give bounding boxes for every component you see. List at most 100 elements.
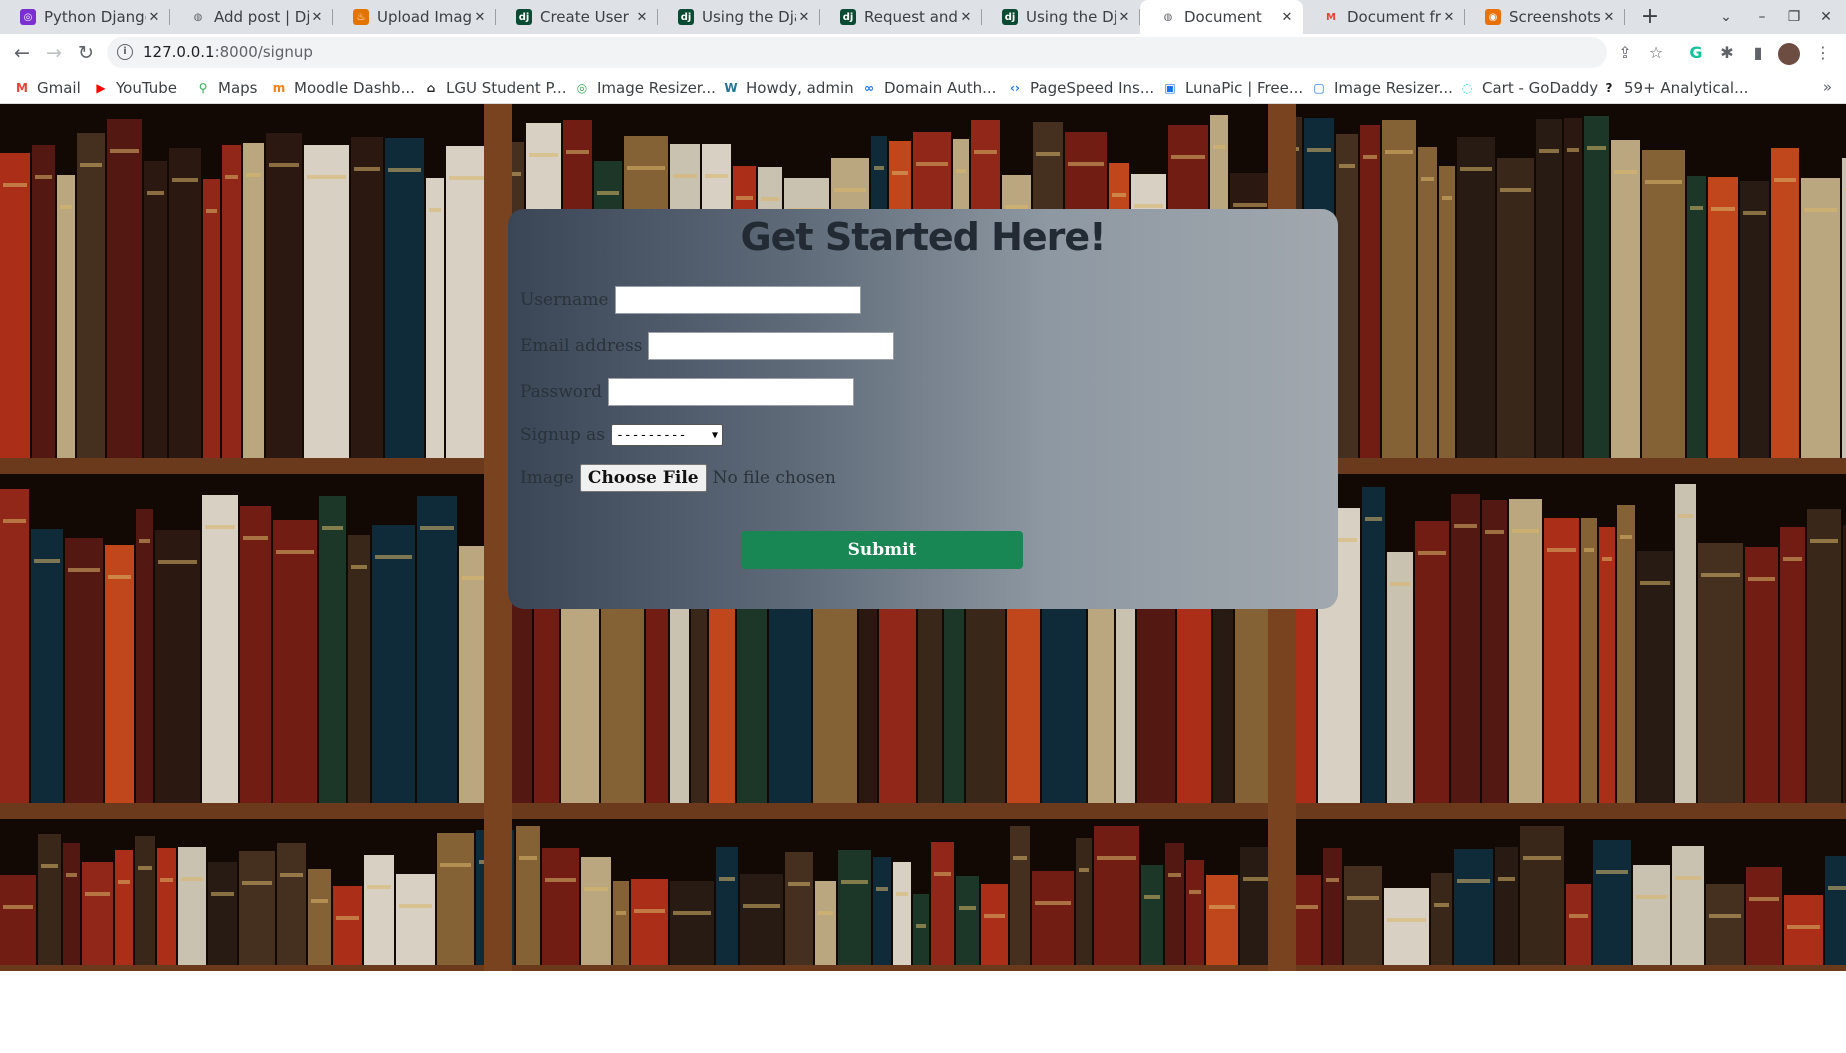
- side-panel-icon[interactable]: ▮: [1745, 40, 1771, 66]
- bookmark-item[interactable]: ▶ YouTube: [93, 78, 177, 98]
- tab-title: Create User M: [540, 8, 634, 26]
- bookmark-label: YouTube: [116, 79, 177, 97]
- extensions-icon[interactable]: ✱: [1714, 40, 1740, 66]
- bookmark-label: Moodle Dashb...: [294, 79, 415, 97]
- browser-tab[interactable]: ♨ Upload Image ✕: [333, 0, 496, 34]
- image-row: Image Choose File No file chosen: [520, 464, 836, 492]
- back-icon[interactable]: ←: [8, 39, 36, 67]
- minimize-icon[interactable]: –: [1746, 0, 1778, 34]
- browser-tab[interactable]: ◍ Document ✕: [1140, 0, 1303, 34]
- bookmark-label: Image Resizer...: [597, 79, 716, 97]
- close-tab-icon[interactable]: ✕: [472, 10, 488, 25]
- browser-tab[interactable]: dj Request and re✕: [820, 0, 982, 34]
- close-tab-icon[interactable]: ✕: [1601, 10, 1617, 25]
- bookmark-item[interactable]: ◌ Cart - GoDaddy: [1459, 78, 1598, 98]
- browser-tab[interactable]: dj Create User M✕: [496, 0, 658, 34]
- maps-icon: ⚲: [198, 81, 208, 95]
- tab-search-icon[interactable]: ⌄: [1710, 0, 1742, 34]
- signup-as-select[interactable]: --------- ▼: [611, 424, 724, 446]
- reload-icon[interactable]: ↻: [72, 39, 100, 67]
- url-path: :8000/signup: [214, 43, 313, 61]
- chevron-down-icon: ▼: [711, 429, 719, 441]
- gmail-icon: M: [1326, 11, 1336, 23]
- gmail-icon: M: [16, 81, 28, 95]
- youtube-icon: ▶: [96, 81, 106, 95]
- django-icon: dj: [516, 9, 532, 25]
- tab-title: Using the Djan: [1026, 8, 1116, 26]
- tab-title: Python Django: [44, 8, 146, 26]
- email-input[interactable]: [648, 332, 895, 360]
- close-tab-icon[interactable]: ✕: [1116, 10, 1132, 25]
- bookmark-item[interactable]: ∞ Domain Auth...: [861, 78, 996, 98]
- site-info-icon[interactable]: i: [117, 44, 133, 60]
- close-tab-icon[interactable]: ✕: [309, 10, 325, 25]
- bookmark-label: Cart - GoDaddy: [1482, 79, 1599, 97]
- bookmark-item[interactable]: ‹› PageSpeed Ins...: [1007, 78, 1154, 98]
- url-text[interactable]: 127.0.0.1:8000/signup: [143, 43, 313, 61]
- bookmark-item[interactable]: M Gmail: [14, 78, 81, 98]
- password-input[interactable]: [608, 378, 855, 406]
- pagespeed-icon: ‹›: [1010, 81, 1020, 95]
- close-window-icon[interactable]: ✕: [1810, 0, 1842, 34]
- bookmark-item[interactable]: ⌂ LGU Student P...: [423, 78, 567, 98]
- bookmark-label: Image Resizer...: [1334, 79, 1453, 97]
- globe-icon: ◍: [1163, 11, 1173, 23]
- bookmark-label: Domain Auth...: [884, 79, 997, 97]
- share-icon[interactable]: ⇪: [1612, 40, 1638, 66]
- username-input[interactable]: [614, 286, 861, 314]
- bookmarks-bar: M Gmail ▶ YouTube ⚲ Maps m Moodle Dashb... ⌂ LGU …: [0, 71, 1846, 104]
- email-label: Email address: [520, 336, 643, 356]
- bookmark-item[interactable]: ▢ Image Resizer...: [1311, 78, 1453, 98]
- python-icon: ◎: [20, 9, 36, 25]
- question-icon: ?: [1605, 81, 1613, 95]
- browser-tab[interactable]: M Document fro ✕: [1303, 0, 1465, 34]
- browser-tab[interactable]: ◍ Add post | Dja✕: [170, 0, 333, 34]
- bookmark-label: PageSpeed Ins...: [1030, 79, 1155, 97]
- email-row: Email address: [520, 332, 895, 360]
- bookmark-item[interactable]: m Moodle Dashb...: [271, 78, 415, 98]
- godaddy-icon: ◌: [1461, 81, 1473, 95]
- browser-tab[interactable]: ◉ Screenshots a✕: [1465, 0, 1625, 34]
- tab-title: Document fro: [1347, 8, 1441, 26]
- wordpress-icon: W: [724, 81, 738, 95]
- grammarly-icon[interactable]: G: [1683, 40, 1709, 66]
- forward-icon[interactable]: →: [40, 39, 68, 67]
- close-tab-icon[interactable]: ✕: [634, 10, 650, 25]
- moodle-icon: m: [272, 81, 286, 95]
- close-tab-icon[interactable]: ✕: [796, 10, 812, 25]
- screenshot-icon: ◉: [1485, 9, 1501, 25]
- bookmark-star-icon[interactable]: ☆: [1643, 40, 1669, 66]
- new-tab-button[interactable]: +: [1637, 4, 1663, 30]
- restore-icon[interactable]: ❐: [1778, 0, 1810, 34]
- signup-form: Get Started Here! Username Email address…: [508, 209, 1338, 609]
- password-row: Password: [520, 378, 855, 406]
- tab-separator: [1624, 9, 1625, 25]
- browser-tab[interactable]: ◎ Python Django ✕: [0, 0, 170, 34]
- bookmark-item[interactable]: ▣ LunaPic | Free...: [1162, 78, 1303, 98]
- signup-as-value: ---------: [616, 427, 687, 443]
- bookmark-item[interactable]: ◎ Image Resizer...: [574, 78, 716, 98]
- submit-button[interactable]: Submit: [741, 531, 1023, 569]
- choose-file-button[interactable]: Choose File: [579, 464, 707, 492]
- image-label: Image: [520, 468, 574, 488]
- browser-tab[interactable]: dj Using the Djan✕: [658, 0, 820, 34]
- bookmark-item[interactable]: ⚲ Maps: [195, 78, 258, 98]
- browser-tab[interactable]: dj Using the Djan✕: [982, 0, 1140, 34]
- django-icon: dj: [678, 9, 694, 25]
- bookmark-item[interactable]: ? 59+ Analytical...: [1601, 78, 1749, 98]
- address-bar[interactable]: i 127.0.0.1:8000/signup: [107, 37, 1607, 68]
- close-tab-icon[interactable]: ✕: [1279, 10, 1295, 25]
- django-icon: dj: [840, 9, 856, 25]
- profile-avatar[interactable]: [1776, 40, 1802, 66]
- close-tab-icon[interactable]: ✕: [958, 10, 974, 25]
- tab-title: Screenshots a: [1509, 8, 1601, 26]
- bookmark-label: LGU Student P...: [446, 79, 567, 97]
- tab-title: Document: [1184, 8, 1262, 26]
- close-tab-icon[interactable]: ✕: [1441, 10, 1457, 25]
- bookmark-item[interactable]: W Howdy, admin: [723, 78, 853, 98]
- signup-as-row: Signup as --------- ▼: [520, 424, 724, 446]
- menu-icon[interactable]: ⋮: [1810, 40, 1836, 66]
- browser-toolbar: ← → ↻ i 127.0.0.1:8000/signup ⇪ ☆ G ✱ ▮ …: [0, 34, 1846, 71]
- close-tab-icon[interactable]: ✕: [146, 10, 162, 25]
- more-bookmarks-icon[interactable]: »: [1823, 78, 1832, 96]
